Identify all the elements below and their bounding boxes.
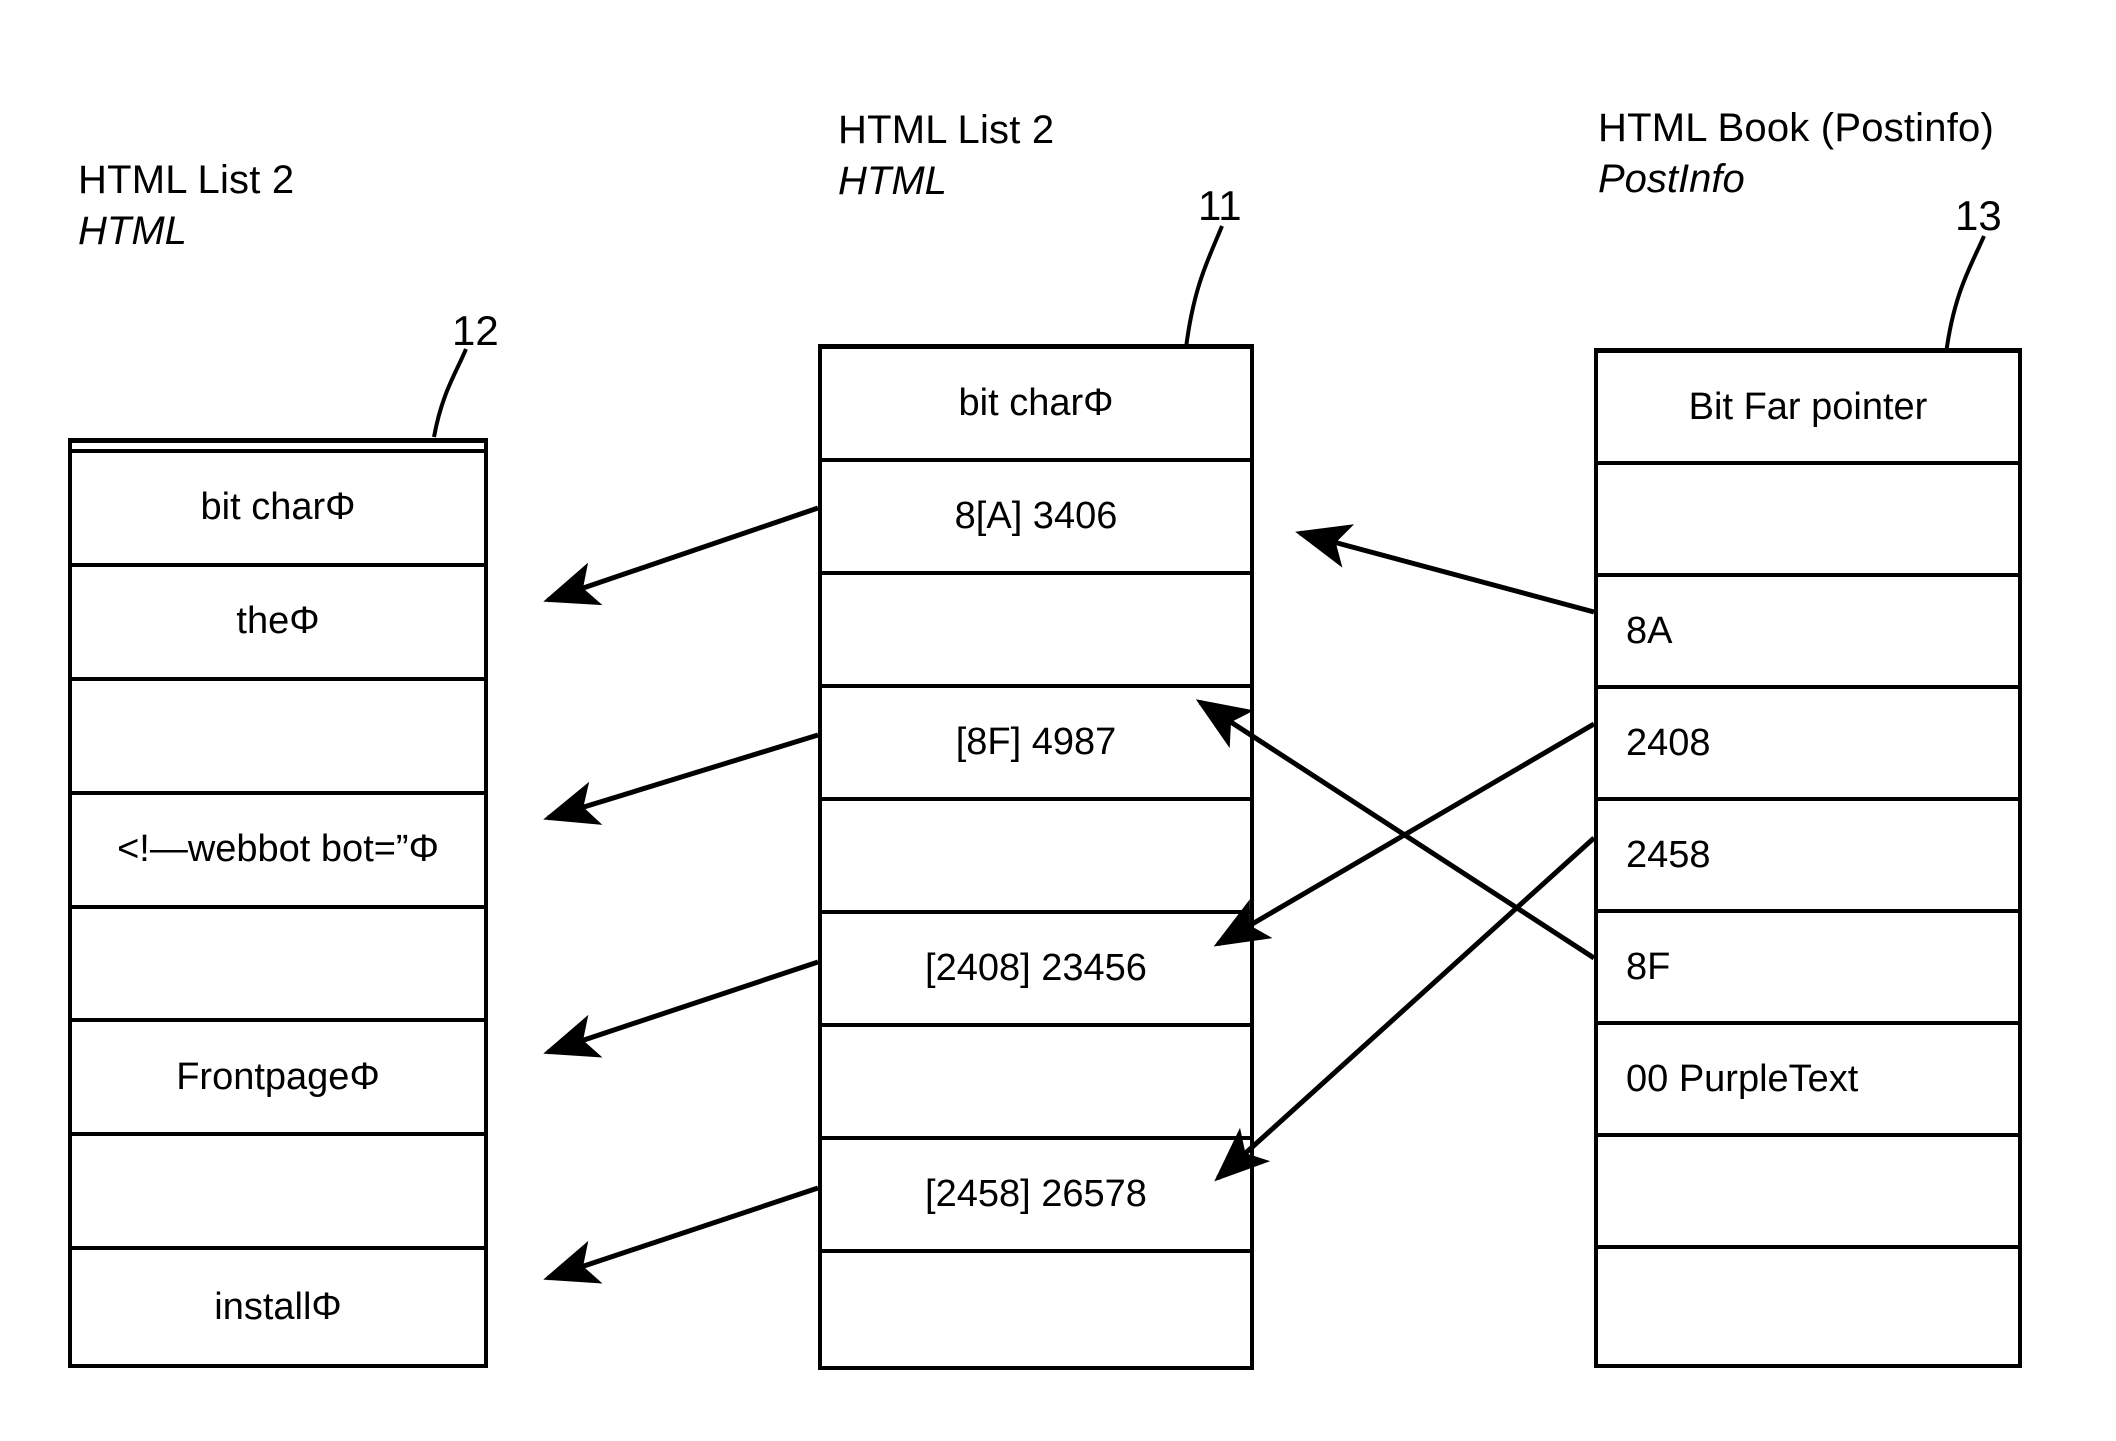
table-row: 2458 [1598, 801, 2018, 913]
arrow-right-2458-to-mid-row8 [1214, 836, 1596, 1182]
cell-text: theΦ [236, 600, 320, 643]
table-row [1598, 1249, 2018, 1361]
table-html-list-2-middle: bit charΦ 8[A] 3406 [8F] 4987 [2408] 234… [818, 344, 1254, 1370]
table-row: 8A [1598, 577, 2018, 689]
table-row [822, 801, 1250, 914]
table-html-list-2-left: bit charΦ theΦ <!—webbot bot=”Φ Frontpag… [68, 438, 488, 1368]
table-html-book-postinfo: Bit Far pointer 8A 2408 2458 8F 00 Purpl… [1594, 348, 2022, 1368]
column-header-middle-sub: HTML [838, 159, 947, 204]
cell-text: 8F [1626, 945, 1671, 988]
leader-line-13 [1944, 235, 1986, 355]
column-header-left-sub: HTML [78, 209, 187, 254]
table-left-top-sliver [72, 443, 484, 453]
table-row: bit charΦ [822, 349, 1250, 462]
reference-numeral-12: 12 [452, 307, 499, 354]
arrow-mid-row6-to-left-row6 [543, 959, 819, 1058]
table-row: installΦ [72, 1250, 484, 1364]
arrow-mid-row2-to-left-row2 [543, 505, 819, 606]
table-row: <!—webbot bot=”Φ [72, 795, 484, 909]
cell-text: bit charΦ [958, 382, 1114, 424]
table-row: 8F [1598, 913, 2018, 1025]
cell-text: [8F] 4987 [955, 721, 1117, 763]
table-row [822, 1027, 1250, 1140]
cell-text: bit charΦ [200, 486, 356, 529]
cell-text: 2408 [1626, 721, 1711, 764]
table-row: 00 PurpleText [1598, 1025, 2018, 1137]
table-row [72, 1136, 484, 1251]
table-row: [2458] 26578 [822, 1140, 1250, 1253]
column-header-right: HTML Book (Postinfo) PostInfo [1598, 103, 1994, 205]
reference-numeral-11: 11 [1198, 182, 1242, 229]
cell-text: 8[A] 3406 [954, 495, 1118, 537]
table-row [822, 575, 1250, 688]
cell-text: installΦ [214, 1285, 342, 1328]
column-header-middle: HTML List 2 HTML [838, 105, 1054, 207]
cell-text: 2458 [1626, 833, 1711, 876]
cell-text: Bit Far pointer [1688, 385, 1928, 428]
table-row: FrontpageΦ [72, 1022, 484, 1137]
table-row [1598, 465, 2018, 577]
cell-text: [2408] 23456 [925, 947, 1147, 989]
arrow-right-2408-to-mid-row6 [1213, 721, 1596, 947]
column-header-middle-main: HTML List 2 [838, 108, 1055, 152]
arrow-right-8f-to-mid-row4 [1195, 699, 1596, 961]
column-header-right-main: HTML Book (Postinfo) [1598, 106, 1994, 150]
table-row [72, 681, 484, 795]
table-row [1598, 1137, 2018, 1249]
cell-text: [2458] 26578 [925, 1173, 1147, 1215]
column-header-right-sub: PostInfo [1598, 157, 1745, 202]
table-row [72, 909, 484, 1023]
leader-line-11 [1184, 225, 1224, 349]
cell-text: 00 PurpleText [1626, 1057, 1859, 1100]
reference-numeral-13: 13 [1955, 192, 2002, 239]
table-row: theΦ [72, 567, 484, 681]
cell-text: FrontpageΦ [176, 1055, 380, 1098]
table-row: 8[A] 3406 [822, 462, 1250, 575]
arrow-mid-row4-to-left-row4 [543, 732, 819, 825]
cell-text: 8A [1626, 609, 1673, 652]
table-row: [2408] 23456 [822, 914, 1250, 1027]
table-row: Bit Far pointer [1598, 353, 2018, 465]
table-row: bit charΦ [72, 453, 484, 567]
table-row [822, 1253, 1250, 1366]
table-row: [8F] 4987 [822, 688, 1250, 801]
column-header-left-main: HTML List 2 [78, 158, 295, 202]
arrow-right-8a-to-mid-row2 [1295, 524, 1595, 615]
column-header-left: HTML List 2 HTML [78, 155, 294, 257]
arrow-mid-row8-to-left-row8 [543, 1185, 819, 1284]
table-row: 2408 [1598, 689, 2018, 801]
cell-text: <!—webbot bot=”Φ [117, 828, 439, 871]
